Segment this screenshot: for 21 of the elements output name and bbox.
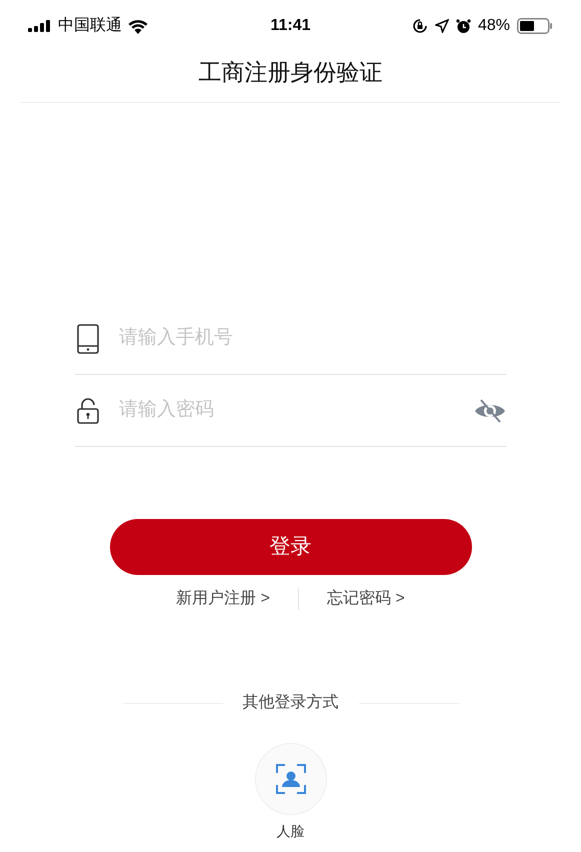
lock-icon: [77, 398, 99, 424]
phone-icon: [77, 324, 99, 354]
face-scan-icon: [276, 764, 306, 794]
wifi-icon: [128, 18, 148, 34]
register-link[interactable]: 新用户注册 >: [176, 587, 270, 611]
clock-time: 11:41: [270, 16, 311, 36]
phone-field[interactable]: 请输入手机号: [119, 324, 506, 353]
battery-percentage: 48%: [478, 16, 510, 36]
signal-icon: [28, 20, 52, 32]
face-login-label: 人脸: [276, 822, 304, 841]
rotation-lock-icon: [412, 18, 428, 34]
password-field[interactable]: 请输入密码: [119, 396, 474, 425]
eye-slash-icon[interactable]: [474, 398, 506, 424]
forgot-password-link[interactable]: 忘记密码 >: [327, 587, 405, 611]
login-button[interactable]: 登录: [110, 519, 472, 575]
page-title: 工商注册身份验证: [198, 58, 382, 87]
carrier-name: 中国联通: [58, 16, 122, 36]
other-login-heading: 其他登录方式: [242, 692, 338, 713]
battery-icon: [516, 18, 553, 34]
alarm-clock-icon: [456, 18, 471, 34]
location-arrow-icon: [434, 19, 449, 33]
